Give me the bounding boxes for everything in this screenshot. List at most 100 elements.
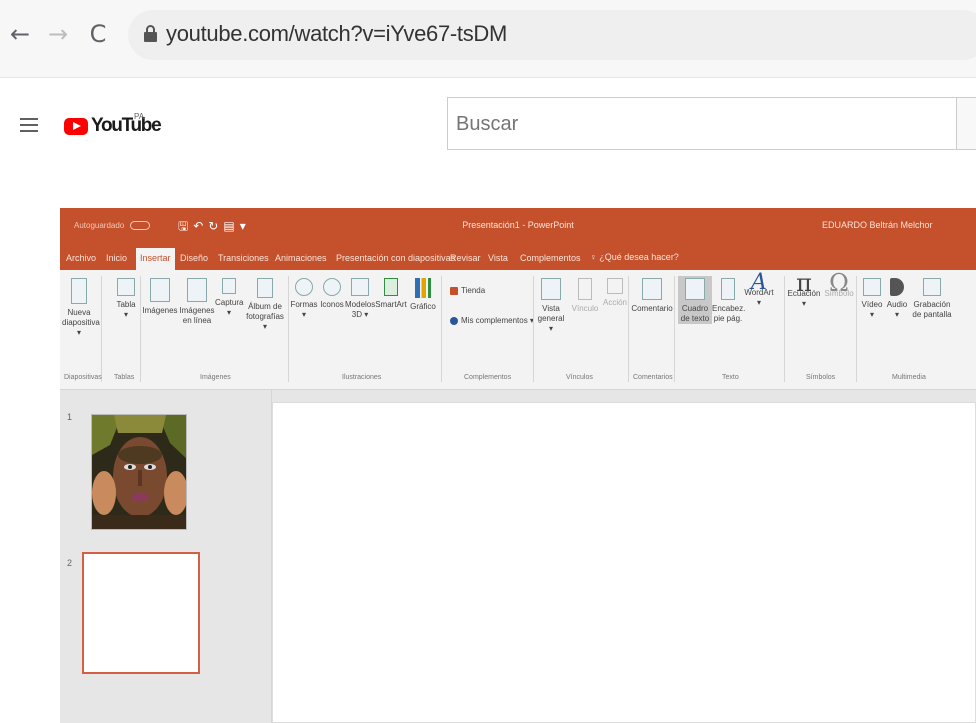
slide-thumbnail-pane: 1 2 (60, 390, 212, 723)
ppt-titlebar: Autoguardado 🖫 ↶ ↻ ▤ ▾ Presentación1 - Power… (60, 208, 976, 246)
group-label-comentarios: Comentarios (633, 374, 673, 381)
new-slide-icon (71, 278, 87, 304)
screen-recording-button[interactable]: Grabación de pantalla (910, 278, 954, 320)
ribbon-separator (674, 276, 675, 382)
youtube-wordmark: YouTube (91, 115, 162, 136)
tab-presentacion[interactable]: Presentación con diapositivas (336, 253, 455, 263)
lock-icon[interactable] (144, 25, 157, 43)
slide-editing-canvas[interactable] (272, 402, 976, 723)
header-footer-icon (721, 278, 735, 300)
screenshot-icon (222, 278, 236, 294)
photo-album-icon (257, 278, 273, 298)
back-arrow-icon[interactable]: ← (6, 18, 34, 50)
search-input[interactable] (456, 108, 936, 140)
tab-complementos[interactable]: Complementos (520, 253, 581, 263)
slide-thumbnail-2-selected[interactable] (82, 552, 200, 674)
audio-button[interactable]: Audio ▾ (885, 278, 909, 320)
tab-diseno[interactable]: Diseño (180, 253, 208, 263)
smartart-button[interactable]: SmartArt (374, 278, 408, 310)
store-icon (450, 286, 458, 295)
wordart-button[interactable]: A WordArt ▾ (744, 270, 774, 308)
tab-insertar[interactable]: Insertar (136, 248, 175, 270)
ppt-user-name: EDUARDO Beltrán Melchor (822, 220, 933, 230)
comment-icon (642, 278, 662, 300)
slide-thumbnail-1[interactable] (91, 414, 187, 530)
pictures-button[interactable]: Imágenes (142, 278, 178, 316)
chart-button[interactable]: Gráfico (409, 278, 437, 312)
video-button[interactable]: Vídeo ▾ (860, 278, 884, 320)
tell-me-box[interactable]: ♀ ¿Qué desea hacer? (590, 252, 679, 262)
icons-icon (323, 278, 341, 296)
tab-inicio[interactable]: Inicio (106, 253, 127, 263)
speaker-icon (890, 278, 904, 296)
pictures-icon (150, 278, 170, 302)
comment-button[interactable]: Comentario (630, 278, 674, 314)
symbol-button[interactable]: Ω Símbolo (824, 269, 854, 299)
ribbon-separator (140, 276, 141, 382)
action-icon (607, 278, 623, 294)
forward-arrow-icon[interactable]: → (44, 18, 72, 50)
video-icon (863, 278, 881, 296)
youtube-play-icon (64, 118, 88, 135)
zoom-icon (541, 278, 561, 300)
group-label-vinculos: Vínculos (566, 374, 593, 381)
tab-revisar[interactable]: Revisar (450, 253, 481, 263)
ribbon-separator (856, 276, 857, 382)
my-addins-icon (450, 316, 458, 325)
video-player[interactable]: Autoguardado 🖫 ↶ ↻ ▤ ▾ Presentación1 - Power… (0, 176, 976, 723)
action-button[interactable]: Acción (600, 278, 630, 308)
country-code: PA (134, 112, 145, 121)
search-button[interactable] (957, 97, 976, 150)
lightbulb-icon: ♀ (590, 252, 600, 262)
menu-icon[interactable] (20, 118, 38, 132)
group-label-simbolos: Símbolos (806, 374, 836, 381)
ribbon-separator (288, 276, 289, 382)
powerpoint-window: Autoguardado 🖫 ↶ ↻ ▤ ▾ Presentación1 - Power… (60, 208, 976, 723)
wordart-icon: A (751, 270, 767, 295)
search-box (447, 97, 957, 150)
youtube-header: YouTube PA (0, 78, 976, 176)
chart-icon (415, 278, 431, 298)
browser-toolbar: ← → C youtube.com/watch?v=iYve67-tsDM (0, 0, 976, 78)
shapes-button[interactable]: Formas ▾ (289, 278, 319, 320)
online-pictures-button[interactable]: Imágenes en línea (179, 278, 215, 326)
ribbon-tabs: Archivo Inicio Insertar Diseño Transicio… (60, 246, 976, 270)
zoom-button[interactable]: Vista general ▾ (536, 278, 566, 334)
group-label-texto: Texto (722, 374, 739, 381)
address-bar[interactable]: youtube.com/watch?v=iYve67-tsDM (128, 10, 976, 60)
photo-album-button[interactable]: Álbum de fotografías ▾ (243, 278, 287, 332)
table-icon (117, 278, 135, 296)
screen-recording-icon (923, 278, 941, 296)
ribbon-insert: Nueva diapositiva ▾ Tabla ▾ Imágenes Imá… (60, 270, 976, 390)
ribbon-separator (441, 276, 442, 382)
screenshot-root: { "browser": { "back": "←", "forward": "… (0, 0, 976, 723)
tell-me-text: ¿Qué desea hacer? (599, 252, 679, 262)
text-box-button[interactable]: Cuadro de texto (678, 276, 712, 324)
omega-icon: Ω (829, 269, 849, 297)
tab-animaciones[interactable]: Animaciones (275, 253, 327, 263)
my-addins-button[interactable]: Mis complementos ▾ (450, 316, 534, 325)
tab-vista[interactable]: Vista (488, 253, 508, 263)
pi-icon: π (796, 269, 812, 297)
3d-models-button[interactable]: Modelos 3D ▾ (345, 278, 375, 320)
link-icon (578, 278, 592, 300)
new-slide-button[interactable]: Nueva diapositiva ▾ (62, 278, 100, 338)
url-text[interactable]: youtube.com/watch?v=iYve67-tsDM (166, 21, 507, 47)
link-button[interactable]: Vínculo (570, 278, 600, 314)
reload-icon[interactable]: C (84, 18, 112, 50)
smartart-icon (384, 278, 398, 296)
header-footer-button[interactable]: Encabez. pie pág. (712, 278, 745, 324)
tab-archivo[interactable]: Archivo (66, 253, 96, 263)
screenshot-button[interactable]: Captura ▾ (215, 278, 243, 318)
equation-button[interactable]: π Ecuación ▾ (787, 269, 821, 309)
icons-button[interactable]: Iconos (319, 278, 345, 310)
table-button[interactable]: Tabla ▾ (114, 278, 138, 320)
ribbon-separator (533, 276, 534, 382)
shapes-icon (295, 278, 313, 296)
3d-models-icon (351, 278, 369, 296)
tab-transiciones[interactable]: Transiciones (218, 253, 269, 263)
group-label-multimedia: Multimedia (892, 374, 926, 381)
store-button[interactable]: Tienda (450, 286, 485, 295)
ribbon-separator (784, 276, 785, 382)
pane-divider (212, 390, 272, 723)
